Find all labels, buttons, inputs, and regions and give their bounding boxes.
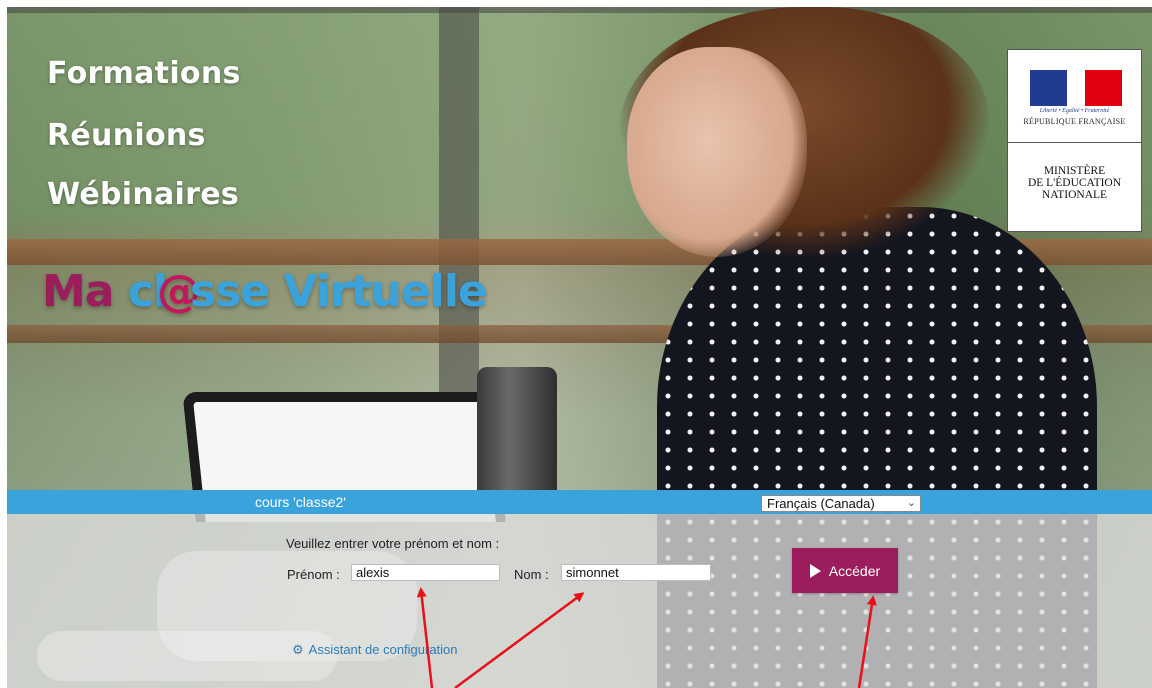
- arrow-to-prenom: [416, 587, 434, 688]
- page: Formations Réunions Wébinaires Ma cl@sse…: [0, 0, 1152, 688]
- arrow-to-access: [857, 595, 877, 688]
- arrow-to-nom: [454, 592, 585, 688]
- annotation-arrows: [416, 587, 877, 688]
